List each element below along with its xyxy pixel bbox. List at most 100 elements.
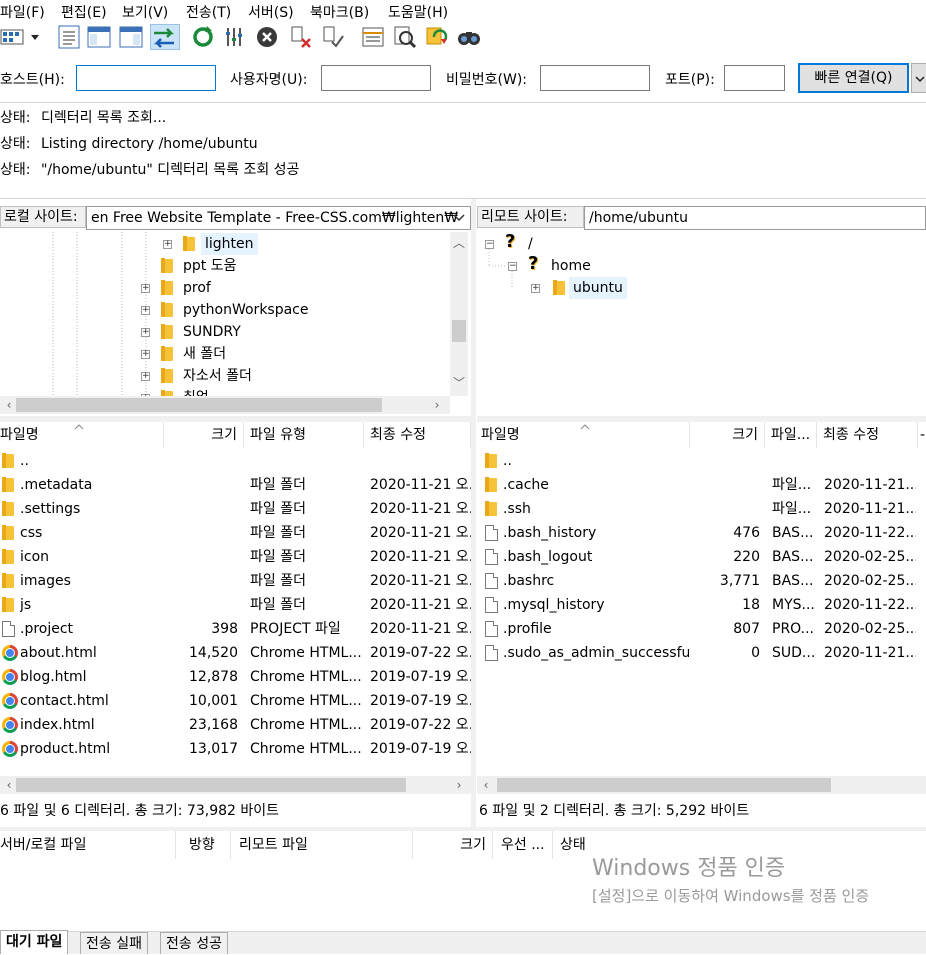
file-type: 파일 폴더: [250, 477, 306, 493]
remote-path-input[interactable]: /home/ubuntu: [584, 206, 926, 230]
file-row[interactable]: .ssh 파일... 2020-11-21...: [477, 497, 926, 521]
file-row[interactable]: contact.html 10,001 Chrome HTML... 2019-07-…: [0, 689, 471, 713]
refresh-icon[interactable]: [190, 24, 216, 50]
file-row[interactable]: .mysql_history 18 MYS... 2020-11-22...: [477, 593, 926, 617]
file-row[interactable]: .project 398 PROJECT 파일 2020-11-21 오...: [0, 617, 471, 641]
file-row[interactable]: ..: [0, 449, 471, 473]
remote-tree[interactable]: − ? / − ? home + ubuntu: [477, 232, 926, 416]
file-row[interactable]: about.html 14,520 Chrome HTML... 2019-07-22…: [0, 641, 471, 665]
local-tree-icon[interactable]: [86, 24, 112, 50]
port-field[interactable]: [725, 66, 784, 90]
column-priority[interactable]: 우선 ...: [493, 831, 553, 859]
file-type: PRO...: [772, 621, 814, 637]
file-row[interactable]: .sudo_as_admin_successful 0 SUD... 2020-11-…: [477, 641, 926, 665]
file-row[interactable]: images 파일 폴더 2020-11-21 오...: [0, 569, 471, 593]
file-row[interactable]: blog.html 12,878 Chrome HTML... 2019-07-19 …: [0, 665, 471, 689]
password-input[interactable]: [540, 65, 650, 91]
scroll-down-icon[interactable]: ﹀: [450, 374, 468, 392]
local-tree-hscroll[interactable]: ‹ ›: [0, 396, 450, 414]
file-row[interactable]: .cache 파일... 2020-11-21...: [477, 473, 926, 497]
disconnect-icon[interactable]: [288, 24, 314, 50]
directory-listing-filter-icon[interactable]: [360, 24, 386, 50]
file-row[interactable]: .bash_history 476 BAS... 2020-11-22...: [477, 521, 926, 545]
scroll-thumb[interactable]: [16, 778, 406, 792]
message-log-icon[interactable]: [56, 24, 82, 50]
column-size[interactable]: 크기: [413, 831, 493, 859]
file-row[interactable]: .metadata 파일 폴더 2020-11-21 오...: [0, 473, 471, 497]
reconnect-icon[interactable]: [320, 24, 346, 50]
file-row[interactable]: icon 파일 폴더 2020-11-21 오...: [0, 545, 471, 569]
file-row[interactable]: .settings 파일 폴더 2020-11-21 오...: [0, 497, 471, 521]
file-row[interactable]: index.html 23,168 Chrome HTML... 2019-07-22…: [0, 713, 471, 737]
file-row[interactable]: .bashrc 3,771 BAS... 2020-02-25...: [477, 569, 926, 593]
cancel-icon[interactable]: [254, 24, 280, 50]
tab-queued-files[interactable]: 대기 파일: [0, 930, 69, 954]
local-site-label: 로컬 사이트:: [0, 206, 86, 228]
file-row[interactable]: js 파일 폴더 2020-11-21 오...: [0, 593, 471, 617]
menu-server[interactable]: 서버(S): [248, 2, 294, 22]
site-manager-icon[interactable]: [0, 24, 42, 50]
scroll-up-icon[interactable]: ︿: [450, 234, 468, 252]
menu-file[interactable]: 파일(F): [0, 2, 45, 22]
scroll-thumb[interactable]: [16, 398, 382, 412]
file-modified: 2019-07-19 오...: [370, 741, 471, 757]
remote-file-list[interactable]: 파일명 크기 파일... 최종 수정 - .. .cache 파일... 2020-1…: [477, 422, 926, 774]
menu-help[interactable]: 도움말(H): [388, 2, 448, 22]
file-row[interactable]: ..: [477, 449, 926, 473]
menu-transfer[interactable]: 전송(T): [186, 2, 231, 22]
quickconnect-button[interactable]: 빠른 연결(Q): [798, 63, 909, 93]
scroll-thumb[interactable]: [497, 778, 831, 792]
file-row[interactable]: .bash_logout 220 BAS... 2020-02-25...: [477, 545, 926, 569]
username-field[interactable]: [322, 66, 430, 90]
scroll-thumb[interactable]: [452, 320, 466, 342]
host-field[interactable]: [77, 66, 215, 90]
port-input[interactable]: [724, 65, 785, 91]
synchronized-browsing-icon[interactable]: [424, 24, 450, 50]
tab-failed-transfers[interactable]: 전송 실패: [80, 932, 148, 954]
menu-edit[interactable]: 편집(E): [61, 2, 107, 22]
message-log[interactable]: 상태: 디렉터리 목록 조회... 상태: Listing directory …: [0, 103, 926, 199]
activation-watermark-title: Windows 정품 인증: [592, 856, 786, 881]
username-input[interactable]: [321, 65, 431, 91]
quickconnect-dropdown[interactable]: [911, 63, 926, 93]
column-modified[interactable]: 최종 수정: [817, 422, 918, 448]
transfer-queue-icon[interactable]: [150, 24, 180, 50]
local-path-input[interactable]: en Free Website Template - Free-CSS.com₩…: [86, 206, 471, 230]
local-tree-vscroll[interactable]: ︿ ﹀: [450, 232, 468, 396]
search-icon[interactable]: [456, 24, 482, 50]
column-modified[interactable]: 최종 수정: [364, 422, 471, 448]
local-file-list[interactable]: 파일명 크기 파일 유형 최종 수정 .. .metadata 파일 폴더 2020-…: [0, 422, 471, 774]
column-server-local-file[interactable]: 서버/로컬 파일: [0, 831, 176, 859]
scroll-right-icon[interactable]: ›: [428, 396, 446, 414]
host-input[interactable]: [76, 65, 216, 91]
remote-tree-icon[interactable]: [118, 24, 144, 50]
remote-list-hscroll[interactable]: ‹: [477, 776, 926, 794]
column-size[interactable]: 크기: [164, 422, 244, 448]
file-row[interactable]: product.html 13,017 Chrome HTML... 2019-07-…: [0, 737, 471, 761]
menu-view[interactable]: 보기(V): [122, 2, 168, 22]
file-modified: 2020-11-21...: [824, 477, 916, 493]
scroll-right-icon[interactable]: ›: [450, 776, 468, 794]
compare-directories-icon[interactable]: [392, 24, 418, 50]
local-list-hscroll[interactable]: ‹ ›: [0, 776, 471, 794]
column-size[interactable]: 크기: [690, 422, 765, 448]
chevron-down-icon[interactable]: [452, 212, 466, 224]
column-permissions[interactable]: -: [918, 422, 926, 448]
file-name: .project: [20, 621, 74, 637]
column-type[interactable]: 파일 유형: [244, 422, 364, 448]
password-field[interactable]: [541, 66, 649, 90]
file-name: icon: [20, 549, 50, 565]
column-type[interactable]: 파일...: [765, 422, 817, 448]
local-tree[interactable]: + lighten ppt 도움 + prof + pythonWorkspac…: [0, 232, 450, 396]
scroll-left-icon[interactable]: ‹: [477, 776, 495, 794]
chevron-down-icon: [915, 76, 925, 83]
process-queue-icon[interactable]: [222, 24, 248, 50]
column-remote-file[interactable]: 리모트 파일: [231, 831, 413, 859]
tree-item-label: 취업: [183, 387, 209, 396]
menu-bookmarks[interactable]: 북마크(B): [310, 2, 369, 22]
file-row[interactable]: .profile 807 PRO... 2020-02-25...: [477, 617, 926, 641]
tab-successful-transfers[interactable]: 전송 성공: [160, 932, 228, 954]
file-row[interactable]: css 파일 폴더 2020-11-21 오...: [0, 521, 471, 545]
column-direction[interactable]: 방향: [176, 831, 231, 859]
pane-splitter[interactable]: [471, 199, 476, 827]
